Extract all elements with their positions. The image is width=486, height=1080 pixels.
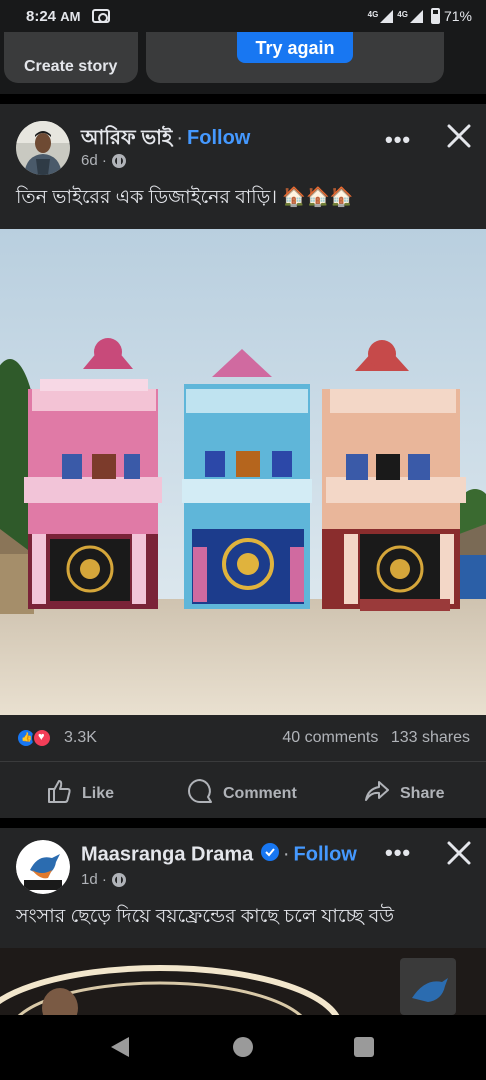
post-meta: 1d ·	[81, 871, 126, 888]
author-line: Maasranga Drama · Follow	[81, 843, 357, 867]
post-header: আরিফ ভাই · Follow 6d · •••	[0, 121, 486, 183]
comment-count[interactable]: 40 comments	[282, 729, 378, 746]
follow-button[interactable]: Follow	[294, 843, 357, 865]
feed-divider	[0, 94, 486, 104]
recent-apps-icon[interactable]	[354, 1037, 374, 1057]
screenshot-icon	[92, 9, 111, 23]
story-strip: Create story Try again	[0, 32, 486, 94]
post-time[interactable]: 1d ·	[81, 871, 107, 888]
feed-post: Maasranga Drama · Follow 1d · ••• সংসার ছ…	[0, 828, 486, 1015]
share-icon	[364, 778, 390, 809]
feed-post: আরিফ ভাই · Follow 6d · ••• তিন ভাইরের এক ড…	[0, 104, 486, 818]
post-time[interactable]: 6d ·	[81, 152, 107, 169]
system-nav-bar	[0, 1015, 486, 1080]
home-icon[interactable]	[233, 1037, 253, 1057]
like-icon	[46, 778, 72, 809]
separator: ·	[176, 127, 184, 149]
share-label: Share	[400, 784, 445, 802]
feed-divider	[0, 818, 486, 828]
post-text: তিন ভাইরের এক ডিজাইনের বাড়ি। 🏠🏠🏠	[16, 187, 354, 208]
signal-icon	[380, 9, 394, 23]
create-story-label: Create story	[24, 58, 118, 75]
share-button[interactable]: Share	[364, 778, 444, 809]
post-photo[interactable]	[0, 229, 486, 715]
battery-icon	[430, 8, 440, 24]
follow-button[interactable]: Follow	[187, 127, 250, 149]
like-button[interactable]: Like	[46, 778, 114, 809]
signal-icon-2	[409, 9, 423, 23]
reaction-icons	[16, 728, 52, 748]
post-text: সংসার ছেড়ে দিয়ে বয়ফ্রেন্ডের কাছে চলে …	[16, 906, 395, 927]
close-icon[interactable]	[444, 838, 474, 868]
comment-label: Comment	[223, 784, 297, 802]
post-header: Maasranga Drama · Follow 1d · •••	[0, 840, 486, 902]
comment-icon	[187, 778, 213, 809]
more-options-icon[interactable]: •••	[385, 127, 411, 153]
reactions-summary[interactable]: 3.3K 40 comments 133 shares	[0, 715, 486, 761]
love-reaction-icon	[32, 728, 52, 748]
globe-icon	[111, 872, 126, 887]
more-options-icon[interactable]: •••	[385, 840, 411, 866]
try-again-button[interactable]: Try again	[237, 32, 353, 63]
video-thumbnail[interactable]	[0, 948, 486, 1015]
reaction-count[interactable]: 3.3K	[64, 729, 97, 747]
separator: ·	[282, 843, 290, 866]
comment-button[interactable]: Comment	[187, 778, 297, 809]
verified-badge-icon	[260, 843, 279, 867]
avatar[interactable]	[16, 121, 70, 175]
share-count[interactable]: 133 shares	[391, 729, 470, 746]
status-indicators: 4G 4G 71%	[368, 8, 472, 24]
engagement-stats: 40 comments 133 shares	[282, 729, 470, 747]
clock: 8:24 AM	[26, 7, 81, 25]
post-meta: 6d ·	[81, 152, 126, 169]
network-type-2: 4G	[397, 10, 408, 19]
close-icon[interactable]	[444, 121, 474, 151]
create-story-card[interactable]: Create story	[4, 32, 138, 83]
status-bar: 8:24 AM 4G 4G 71%	[0, 0, 486, 32]
network-type-1: 4G	[367, 10, 379, 19]
avatar[interactable]	[16, 840, 70, 894]
post-actions: Like Comment Share	[0, 761, 486, 821]
globe-icon	[111, 153, 126, 168]
back-icon[interactable]	[111, 1037, 129, 1057]
like-label: Like	[82, 784, 115, 802]
battery-percent: 71%	[443, 8, 472, 24]
author-name[interactable]: Maasranga Drama	[81, 843, 253, 865]
author-name[interactable]: আরিফ ভাই	[81, 127, 172, 149]
story-error-card: Try again	[146, 32, 444, 83]
